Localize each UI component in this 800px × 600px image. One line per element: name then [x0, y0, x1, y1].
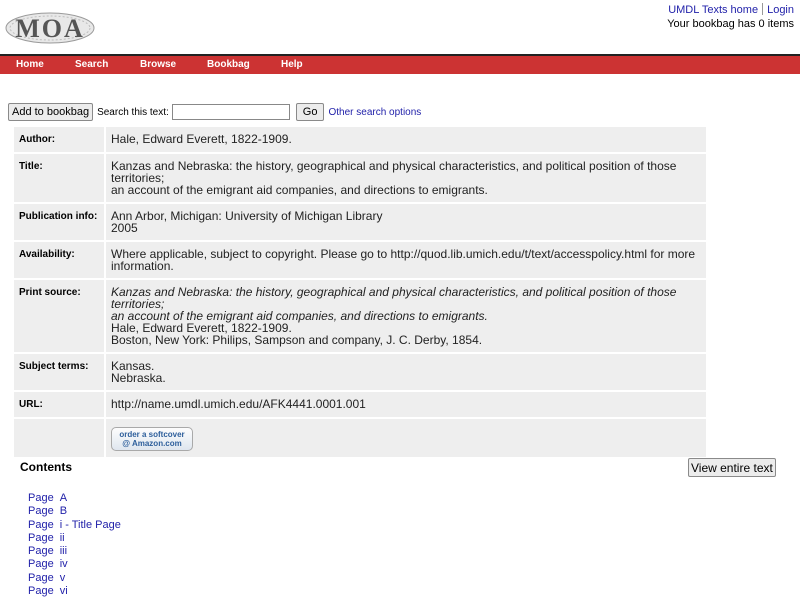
author-label: Author: — [14, 127, 106, 152]
print-source-label: Print source: — [14, 280, 106, 352]
search-label: Search this text: — [97, 106, 169, 118]
record-metadata-table: Author: Hale, Edward Everett, 1822-1909.… — [14, 125, 706, 459]
publication-row: Publication info: Ann Arbor, Michigan: U… — [14, 204, 706, 240]
login-link[interactable]: Login — [767, 4, 794, 16]
amazon-cell: order a softcover @ Amazon.com — [106, 419, 706, 457]
url-value: http://name.umdl.umich.edu/AFK4441.0001.… — [106, 392, 706, 417]
page-link[interactable]: Page ii — [28, 532, 121, 545]
print-source-value: Kanzas and Nebraska: the history, geogra… — [106, 280, 706, 352]
url-label: URL: — [14, 392, 106, 417]
add-to-bookbag-button[interactable]: Add to bookbag — [8, 103, 94, 121]
page-link[interactable]: Page iii — [28, 545, 121, 558]
page-word: Page — [28, 545, 54, 558]
subject-value: Kansas. Nebraska. — [106, 354, 706, 390]
author-value: Hale, Edward Everett, 1822-1909. — [106, 127, 706, 152]
subject-term: Nebraska. — [111, 371, 166, 385]
subject-row: Subject terms: Kansas. Nebraska. — [14, 354, 706, 390]
title-value: Kanzas and Nebraska: the history, geogra… — [106, 154, 706, 202]
page-link[interactable]: Page B — [28, 505, 121, 518]
page-number: v — [59, 571, 66, 584]
page-word: Page — [28, 505, 54, 518]
amazon-line: @ Amazon.com — [122, 439, 182, 448]
go-button[interactable]: Go — [295, 103, 325, 121]
nav-search[interactable]: Search — [75, 56, 108, 74]
nav-help[interactable]: Help — [281, 56, 303, 74]
texts-home-link[interactable]: UMDL Texts home — [668, 4, 758, 16]
availability-line: information. — [111, 259, 174, 273]
page-word: Page — [28, 518, 54, 531]
bookbag-status: Your bookbag has 0 items — [667, 18, 794, 30]
publication-value: Ann Arbor, Michigan: University of Michi… — [106, 204, 706, 240]
url-row: URL: http://name.umdl.umich.edu/AFK4441.… — [14, 392, 706, 417]
page-word: Page — [28, 531, 54, 544]
logo-text: MOA — [15, 14, 85, 43]
nav-bookbag[interactable]: Bookbag — [207, 56, 250, 74]
amazon-order-button[interactable]: order a softcover @ Amazon.com — [111, 427, 193, 451]
availability-value: Where applicable, subject to copyright. … — [106, 242, 706, 278]
availability-line: Where applicable, subject to copyright. … — [111, 247, 696, 261]
page-word: Page — [28, 558, 54, 571]
empty-label — [14, 419, 106, 457]
page-link[interactable]: Page A — [28, 492, 121, 505]
moa-logo[interactable]: MOA — [4, 10, 96, 46]
page-link[interactable]: Page i - Title Page — [28, 519, 121, 532]
page-link[interactable]: Page vi — [28, 585, 121, 598]
search-input[interactable] — [171, 104, 290, 120]
publication-label: Publication info: — [14, 204, 106, 240]
availability-label: Availability: — [14, 242, 106, 278]
page-list: Page A Page B Page i - Title Page Page ii Page ii… — [28, 492, 121, 598]
author-row: Author: Hale, Edward Everett, 1822-1909. — [14, 127, 706, 152]
page-link[interactable]: Page v — [28, 572, 121, 585]
amazon-row: order a softcover @ Amazon.com — [14, 419, 706, 457]
subject-term: Kansas. — [111, 359, 155, 373]
nav-browse[interactable]: Browse — [140, 56, 176, 74]
title-line: an account of the emigrant aid companies… — [111, 183, 488, 197]
page-word: Page — [28, 585, 54, 598]
page-number: B — [59, 505, 68, 518]
page-number: ii — [59, 531, 65, 544]
text-search-bar: Add to bookbag Search this text: Go Othe… — [8, 102, 421, 122]
page-number: A — [59, 492, 68, 504]
view-entire-text-button[interactable]: View entire text — [688, 458, 776, 477]
page-number: i - Title Page — [59, 518, 121, 531]
print-source-row: Print source: Kanzas and Nebraska: the h… — [14, 280, 706, 352]
title-row: Title: Kanzas and Nebraska: the history,… — [14, 154, 706, 202]
top-links: UMDL Texts home Login Your bookbag has 0 … — [667, 3, 794, 30]
publication-year: 2005 — [111, 221, 138, 235]
subject-label: Subject terms: — [14, 354, 106, 390]
page-link[interactable]: Page iv — [28, 558, 121, 571]
print-source-publisher: Boston, New York: Philips, Sampson and c… — [111, 333, 483, 347]
page-number: iv — [59, 558, 68, 571]
availability-row: Availability: Where applicable, subject … — [14, 242, 706, 278]
page-number: iii — [59, 545, 68, 558]
title-line: Kanzas and Nebraska: the history, geogra… — [111, 159, 677, 185]
publication-line: Ann Arbor, Michigan: University of Michi… — [111, 209, 383, 223]
print-source-title: Kanzas and Nebraska: the history, geogra… — [111, 285, 677, 311]
amazon-line: order a softcover — [119, 430, 185, 439]
title-label: Title: — [14, 154, 106, 202]
link-divider — [762, 3, 764, 15]
page-word: Page — [28, 571, 54, 584]
main-nav: Home Search Browse Bookbag Help — [0, 56, 800, 74]
page-number: vi — [59, 585, 68, 598]
nav-home[interactable]: Home — [16, 56, 44, 74]
other-search-options-link[interactable]: Other search options — [328, 107, 421, 118]
moa-logo-icon: MOA — [5, 12, 95, 44]
page-word: Page — [28, 492, 54, 504]
contents-heading: Contents — [20, 460, 72, 474]
